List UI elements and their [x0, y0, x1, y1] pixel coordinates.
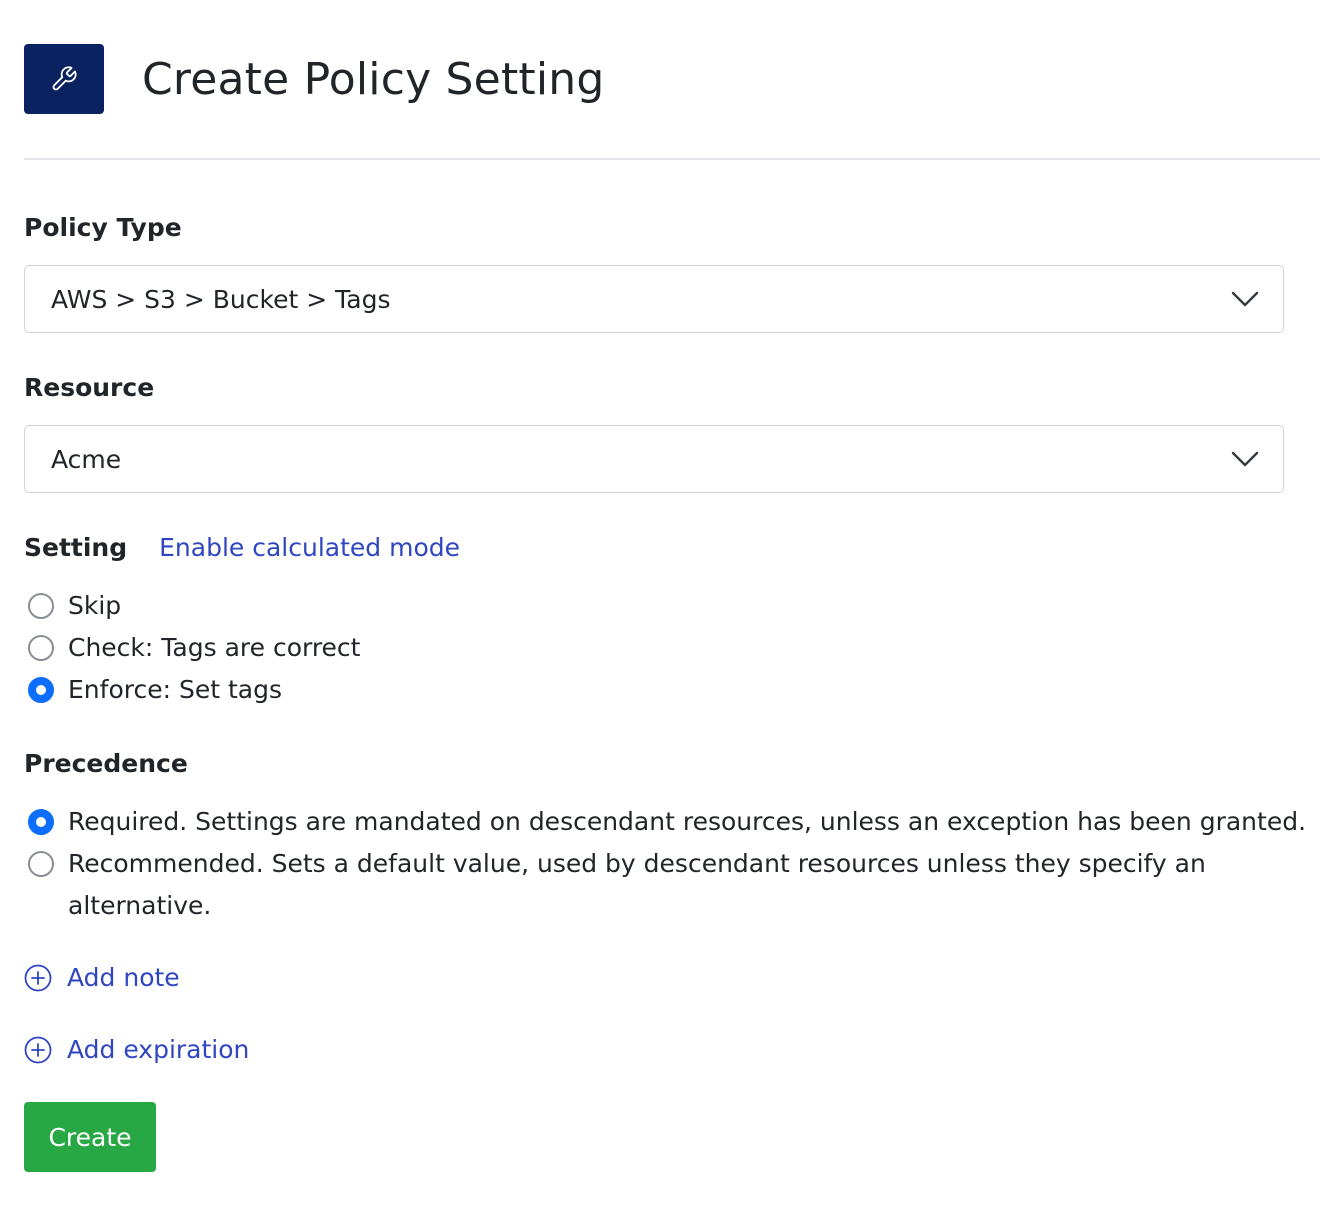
- radio-button-checked[interactable]: [28, 677, 54, 703]
- page-header: Create Policy Setting: [24, 44, 604, 114]
- radio-button-checked[interactable]: [28, 809, 54, 835]
- enable-calculated-mode-link[interactable]: Enable calculated mode: [159, 533, 460, 563]
- radio-button[interactable]: [28, 851, 54, 877]
- header-divider: [24, 158, 1320, 160]
- add-expiration-button[interactable]: Add expiration: [24, 1035, 249, 1064]
- setting-header: Setting Enable calculated mode: [24, 533, 460, 563]
- setting-option-label: Check: Tags are correct: [68, 633, 361, 662]
- radio-button[interactable]: [28, 593, 54, 619]
- add-expiration-label: Add expiration: [67, 1035, 250, 1064]
- resource-label: Resource: [24, 373, 155, 402]
- chevron-down-icon: [1231, 451, 1259, 467]
- add-note-button[interactable]: Add note: [24, 963, 180, 992]
- precedence-label: Precedence: [24, 749, 188, 778]
- setting-option-check[interactable]: Check: Tags are correct: [28, 627, 360, 669]
- precedence-option-required[interactable]: Required. Settings are mandated on desce…: [28, 801, 1306, 843]
- precedence-option-label: Recommended. Sets a default value, used …: [68, 849, 1206, 920]
- wrench-icon: [24, 44, 104, 114]
- create-policy-setting-page: Create Policy Setting Policy Type AWS > …: [0, 0, 1320, 1208]
- resource-value: Acme: [51, 444, 122, 474]
- page-title: Create Policy Setting: [142, 53, 605, 105]
- resource-select[interactable]: Acme: [24, 425, 1284, 493]
- precedence-option-recommended[interactable]: Recommended. Sets a default value, used …: [28, 843, 1218, 927]
- policy-type-select[interactable]: AWS > S3 > Bucket > Tags: [24, 265, 1284, 333]
- precedence-option-label: Required. Settings are mandated on desce…: [68, 807, 1307, 836]
- policy-type-value: AWS > S3 > Bucket > Tags: [51, 284, 391, 314]
- plus-circle-icon: [24, 964, 52, 991]
- add-note-label: Add note: [67, 963, 180, 992]
- chevron-down-icon: [1231, 291, 1259, 307]
- setting-option-enforce[interactable]: Enforce: Set tags: [28, 669, 282, 711]
- setting-label: Setting: [24, 533, 128, 562]
- setting-option-label: Skip: [68, 591, 122, 620]
- plus-circle-icon: [24, 1036, 52, 1063]
- policy-type-label: Policy Type: [24, 213, 182, 242]
- create-button[interactable]: Create: [24, 1102, 156, 1172]
- setting-option-label: Enforce: Set tags: [68, 675, 282, 704]
- radio-button[interactable]: [28, 635, 54, 661]
- setting-option-skip[interactable]: Skip: [28, 585, 121, 627]
